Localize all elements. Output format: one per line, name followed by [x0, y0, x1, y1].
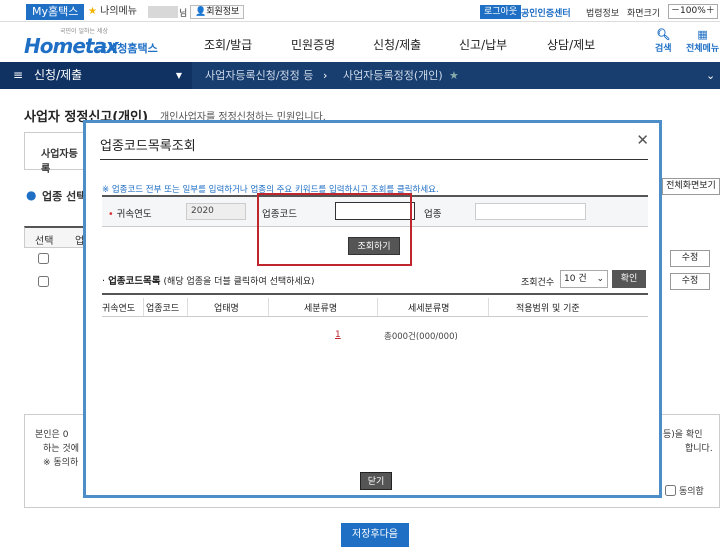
nav-apply[interactable]: 신청/제출: [373, 36, 421, 53]
menu-dropdown[interactable]: ≡ 신청/제출 ▼: [0, 62, 192, 89]
confirm-button[interactable]: 확인: [612, 270, 646, 288]
zoom-value: 100%: [680, 6, 706, 16]
list-title-text: 업종코드목록: [108, 276, 161, 287]
search-button[interactable]: 🔍︎ 검색: [655, 28, 672, 54]
year-label-text: 귀속연도: [116, 209, 152, 220]
year-field: 2020: [186, 203, 246, 220]
close-button[interactable]: 닫기: [360, 472, 392, 490]
search-icon: 🔍︎: [656, 28, 671, 41]
industry-type-label: 업종: [424, 209, 442, 220]
member-info-button[interactable]: 👤회원정보: [190, 5, 245, 19]
plus-icon: ＋: [705, 6, 715, 16]
col-detail-class: 세세분류명: [408, 304, 450, 314]
edit-button-1[interactable]: 수정: [670, 250, 710, 267]
year-label: • 귀속연도: [108, 206, 152, 220]
nav-expand-icon[interactable]: ⌄: [706, 62, 715, 89]
zoom-select[interactable]: －100%＋: [668, 4, 718, 19]
col-select-header: 선택: [35, 236, 54, 247]
count-label: 조회건수: [521, 278, 555, 288]
name-suffix: 님: [179, 9, 188, 19]
close-icon[interactable]: ✕: [636, 131, 649, 149]
my-menu-label: 나의메뉴: [100, 6, 137, 17]
chevron-down-icon: ⌄: [596, 274, 604, 284]
page-link[interactable]: 1: [335, 330, 341, 340]
grid-icon: ▦: [697, 28, 708, 41]
agree-label: 동의함: [679, 487, 704, 497]
search-button[interactable]: 조회하기: [348, 237, 400, 255]
agreement-text-1: 본인은 0: [35, 430, 69, 440]
nav-inquiry[interactable]: 조회/발급: [204, 36, 252, 53]
list-title: · 업종코드목록 (해당 업종을 더블 클릭하여 선택하세요): [102, 273, 315, 287]
section-bullet-icon: ●: [26, 188, 37, 202]
search-label: 검색: [655, 44, 672, 54]
agreement-text-right-2: 합니다.: [685, 444, 713, 454]
hometax-logo[interactable]: 국민이 일하는 세상 Hometax 국세청홈택스: [24, 26, 159, 58]
save-next-button[interactable]: 저장후다음: [341, 523, 409, 547]
col-separator: [377, 298, 378, 316]
result-table-header: 귀속연도 업종코드 업태명 세분류명 세세분류명 적용범위 및 기준: [102, 293, 648, 317]
section-title: 업종 선택: [42, 190, 87, 203]
agree-checkbox[interactable]: [665, 485, 676, 496]
col-year: 귀속연도: [102, 304, 136, 314]
business-info-box: 사업자등록: [24, 132, 84, 175]
cert-center-link[interactable]: 공인인증센터: [521, 6, 571, 19]
site-header: 국민이 일하는 세상 Hometax 국세청홈택스 조회/발급 민원증명 신청/…: [0, 22, 720, 62]
nav-certificate[interactable]: 민원증명: [291, 36, 335, 53]
minus-icon: －: [671, 6, 681, 16]
nav-report-pay[interactable]: 신고/납부: [459, 36, 507, 53]
col-separator: [268, 298, 269, 316]
agreement-text-right: 등)을 확인: [663, 430, 703, 440]
table-header: 선택 업: [24, 226, 84, 248]
full-view-button[interactable]: 전체화면보기: [662, 178, 720, 195]
bullet-icon: ·: [102, 276, 106, 287]
col-subclass: 세분류명: [304, 304, 338, 314]
agreement-text-2: 하는 것에: [43, 444, 79, 454]
menu-label: 신청/제출: [34, 68, 83, 82]
list-hint: (해당 업종을 더블 클릭하여 선택하세요): [163, 277, 315, 287]
utility-bar: My홈택스 ★ 나의메뉴 님 👤회원정보 로그아웃 공인인증센터 법령정보 화면…: [0, 0, 720, 22]
edit-button-2[interactable]: 수정: [670, 273, 710, 290]
col-separator: [187, 298, 188, 316]
logo-subtext: 국세청홈택스: [97, 42, 158, 55]
count-value: 10 건: [564, 274, 587, 284]
breadcrumb-item-1[interactable]: 사업자등록신청/정정 등: [205, 62, 313, 89]
font-size-link[interactable]: 화면크기: [627, 6, 660, 19]
my-hometax-tab[interactable]: My홈택스: [26, 4, 85, 20]
col-separator: [143, 298, 144, 316]
industry-code-modal: 업종코드목록조회 ✕ ※ 업종코드 전부 또는 일부를 입력하거나 업종의 주요…: [83, 120, 662, 498]
modal-title: 업종코드목록조회: [100, 139, 196, 154]
col-code: 업종코드: [146, 304, 180, 314]
star-icon: ★: [88, 6, 97, 17]
breadcrumb-bar: ≡ 신청/제출 ▼ 사업자등록신청/정정 등 › 사업자등록정정(개인) ★ ⌄: [0, 62, 720, 89]
all-menu-button[interactable]: ▦ 전체메뉴: [686, 28, 719, 54]
required-icon: •: [108, 209, 114, 220]
title-divider: [100, 159, 648, 160]
total-count: 총000건(000/000): [384, 332, 458, 342]
all-menu-label: 전체메뉴: [686, 44, 720, 54]
user-name-masked: [148, 6, 178, 18]
count-select[interactable]: 10 건 ⌄: [560, 270, 608, 288]
col-scope: 적용범위 및 기준: [516, 304, 580, 314]
logout-button[interactable]: 로그아웃: [480, 5, 522, 19]
industry-type-input[interactable]: [475, 203, 586, 220]
nav-consult[interactable]: 상담/제보: [547, 36, 595, 53]
user-icon: 👤: [195, 7, 207, 17]
my-menu-link[interactable]: ★ 나의메뉴: [88, 5, 137, 19]
breadcrumb-item-2[interactable]: 사업자등록정정(개인): [343, 62, 443, 89]
legal-info-link[interactable]: 법령정보: [586, 6, 619, 19]
agreement-note: ※ 동의하: [43, 458, 79, 468]
row-checkbox-2[interactable]: [38, 276, 49, 287]
favorite-star-icon[interactable]: ★: [449, 62, 459, 89]
col-business-type: 업태명: [214, 304, 239, 314]
chevron-right-icon: ›: [323, 69, 328, 82]
member-info-label: 회원정보: [206, 7, 240, 17]
hamburger-icon: ≡: [13, 68, 24, 82]
col-separator: [488, 298, 489, 316]
row-checkbox-1[interactable]: [38, 253, 49, 264]
business-info-label: 사업자등록: [41, 149, 78, 175]
caret-down-icon: ▼: [175, 71, 182, 80]
